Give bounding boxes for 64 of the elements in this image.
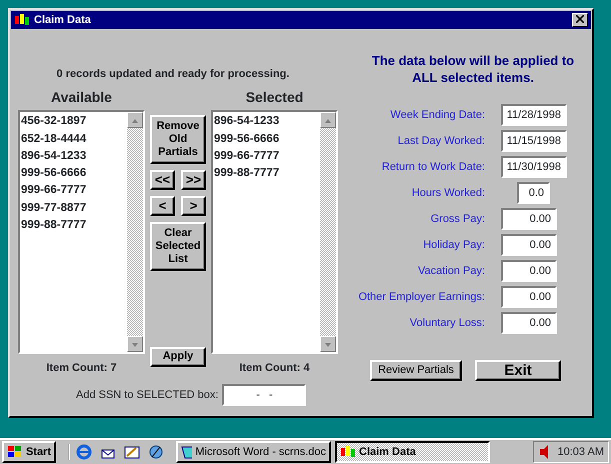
move-button[interactable]: << xyxy=(150,170,175,190)
speaker-icon xyxy=(538,444,550,460)
input-field[interactable]: 11/15/1998 xyxy=(501,130,567,152)
window-title: Claim Data xyxy=(34,12,91,28)
item-count: Item Count: 7 xyxy=(46,360,117,376)
list-item[interactable]: 999-56-6666 xyxy=(21,165,126,182)
app-icon xyxy=(340,445,356,459)
scroll-up-button[interactable] xyxy=(127,112,143,128)
taskbar-button[interactable]: Claim Data xyxy=(335,441,490,463)
input-field[interactable]: 0.00 xyxy=(501,260,557,282)
scroll-up-button[interactable] xyxy=(320,112,336,128)
input-field[interactable]: 0.00 xyxy=(501,312,557,334)
list-item[interactable]: 999-66-7777 xyxy=(214,148,319,166)
move-button[interactable]: > xyxy=(181,196,206,216)
close-icon xyxy=(576,15,584,24)
scroll-down-button[interactable] xyxy=(127,336,143,352)
windows-logo-icon xyxy=(7,445,23,459)
add-ssn-label: Add SSN to SELECTED box: xyxy=(76,388,218,403)
field-label: Last Day Worked: xyxy=(396,134,485,149)
list-item[interactable]: 652-18-4444 xyxy=(21,130,126,148)
review-button[interactable]: Review Partials xyxy=(370,360,462,381)
clock: 10:03 AM xyxy=(558,444,604,460)
input-field[interactable]: 0.00 xyxy=(501,286,557,308)
input-field[interactable]: 11/30/1998 xyxy=(501,156,567,178)
field-label: Gross Pay: xyxy=(430,212,485,227)
field-label: Week Ending Date: xyxy=(389,108,485,123)
list-item[interactable]: 456-32-1897 xyxy=(21,113,126,131)
apply-button[interactable]: Apply xyxy=(150,346,206,366)
app-icon xyxy=(14,13,30,27)
scroll-down-button[interactable] xyxy=(320,336,336,352)
item-count: Item Count: 4 xyxy=(239,360,310,376)
scrollbar[interactable] xyxy=(127,112,143,352)
list-item[interactable]: 999-56-6666 xyxy=(214,130,319,148)
list-item[interactable]: 999-88-7777 xyxy=(21,217,126,234)
list-item[interactable]: 999-77-8877 xyxy=(21,200,126,218)
input-field[interactable]: 0.0 xyxy=(517,182,550,204)
field-label: Vacation Pay: xyxy=(416,264,485,279)
start-button[interactable]: Start xyxy=(2,441,56,463)
field-label: Hours Worked: xyxy=(410,186,485,201)
list-item[interactable]: 896-54-1233 xyxy=(21,148,126,166)
move-button[interactable]: >> xyxy=(181,170,206,190)
field-label: Voluntary Loss: xyxy=(408,316,485,331)
input-field[interactable]: 0.00 xyxy=(501,208,557,230)
close-button[interactable] xyxy=(572,13,588,27)
input-field[interactable]: 11/28/1998 xyxy=(501,104,567,126)
list-item[interactable]: 999-88-7777 xyxy=(214,165,319,182)
list-heading: Available xyxy=(51,88,112,106)
scrollbar[interactable] xyxy=(320,112,336,352)
list-item[interactable]: 896-54-1233 xyxy=(214,113,319,131)
input-field[interactable]: 0.00 xyxy=(501,234,557,256)
notice-text: The data below will be applied to ALL selected items. xyxy=(370,52,576,86)
move-button[interactable]: < xyxy=(150,196,175,216)
browser-icon[interactable] xyxy=(76,444,92,460)
list-item[interactable]: 999-66-7777 xyxy=(21,182,126,200)
field-label: Holiday Pay: xyxy=(422,238,485,253)
field-label: Return to Work Date: xyxy=(380,160,485,175)
ssn-field[interactable]: - - xyxy=(222,384,306,406)
exit-button[interactable]: Exit xyxy=(475,360,561,381)
action-button[interactable]: Clear Selected List xyxy=(150,222,206,270)
list-heading: Selected xyxy=(246,88,304,106)
taskbar-button[interactable]: Microsoft Word - scrns.doc xyxy=(176,441,331,463)
action-button[interactable]: Remove Old Partials xyxy=(150,114,206,164)
status-message: 0 records updated and ready for processing. xyxy=(56,67,290,82)
field-label: Other Employer Earnings: xyxy=(357,290,485,305)
